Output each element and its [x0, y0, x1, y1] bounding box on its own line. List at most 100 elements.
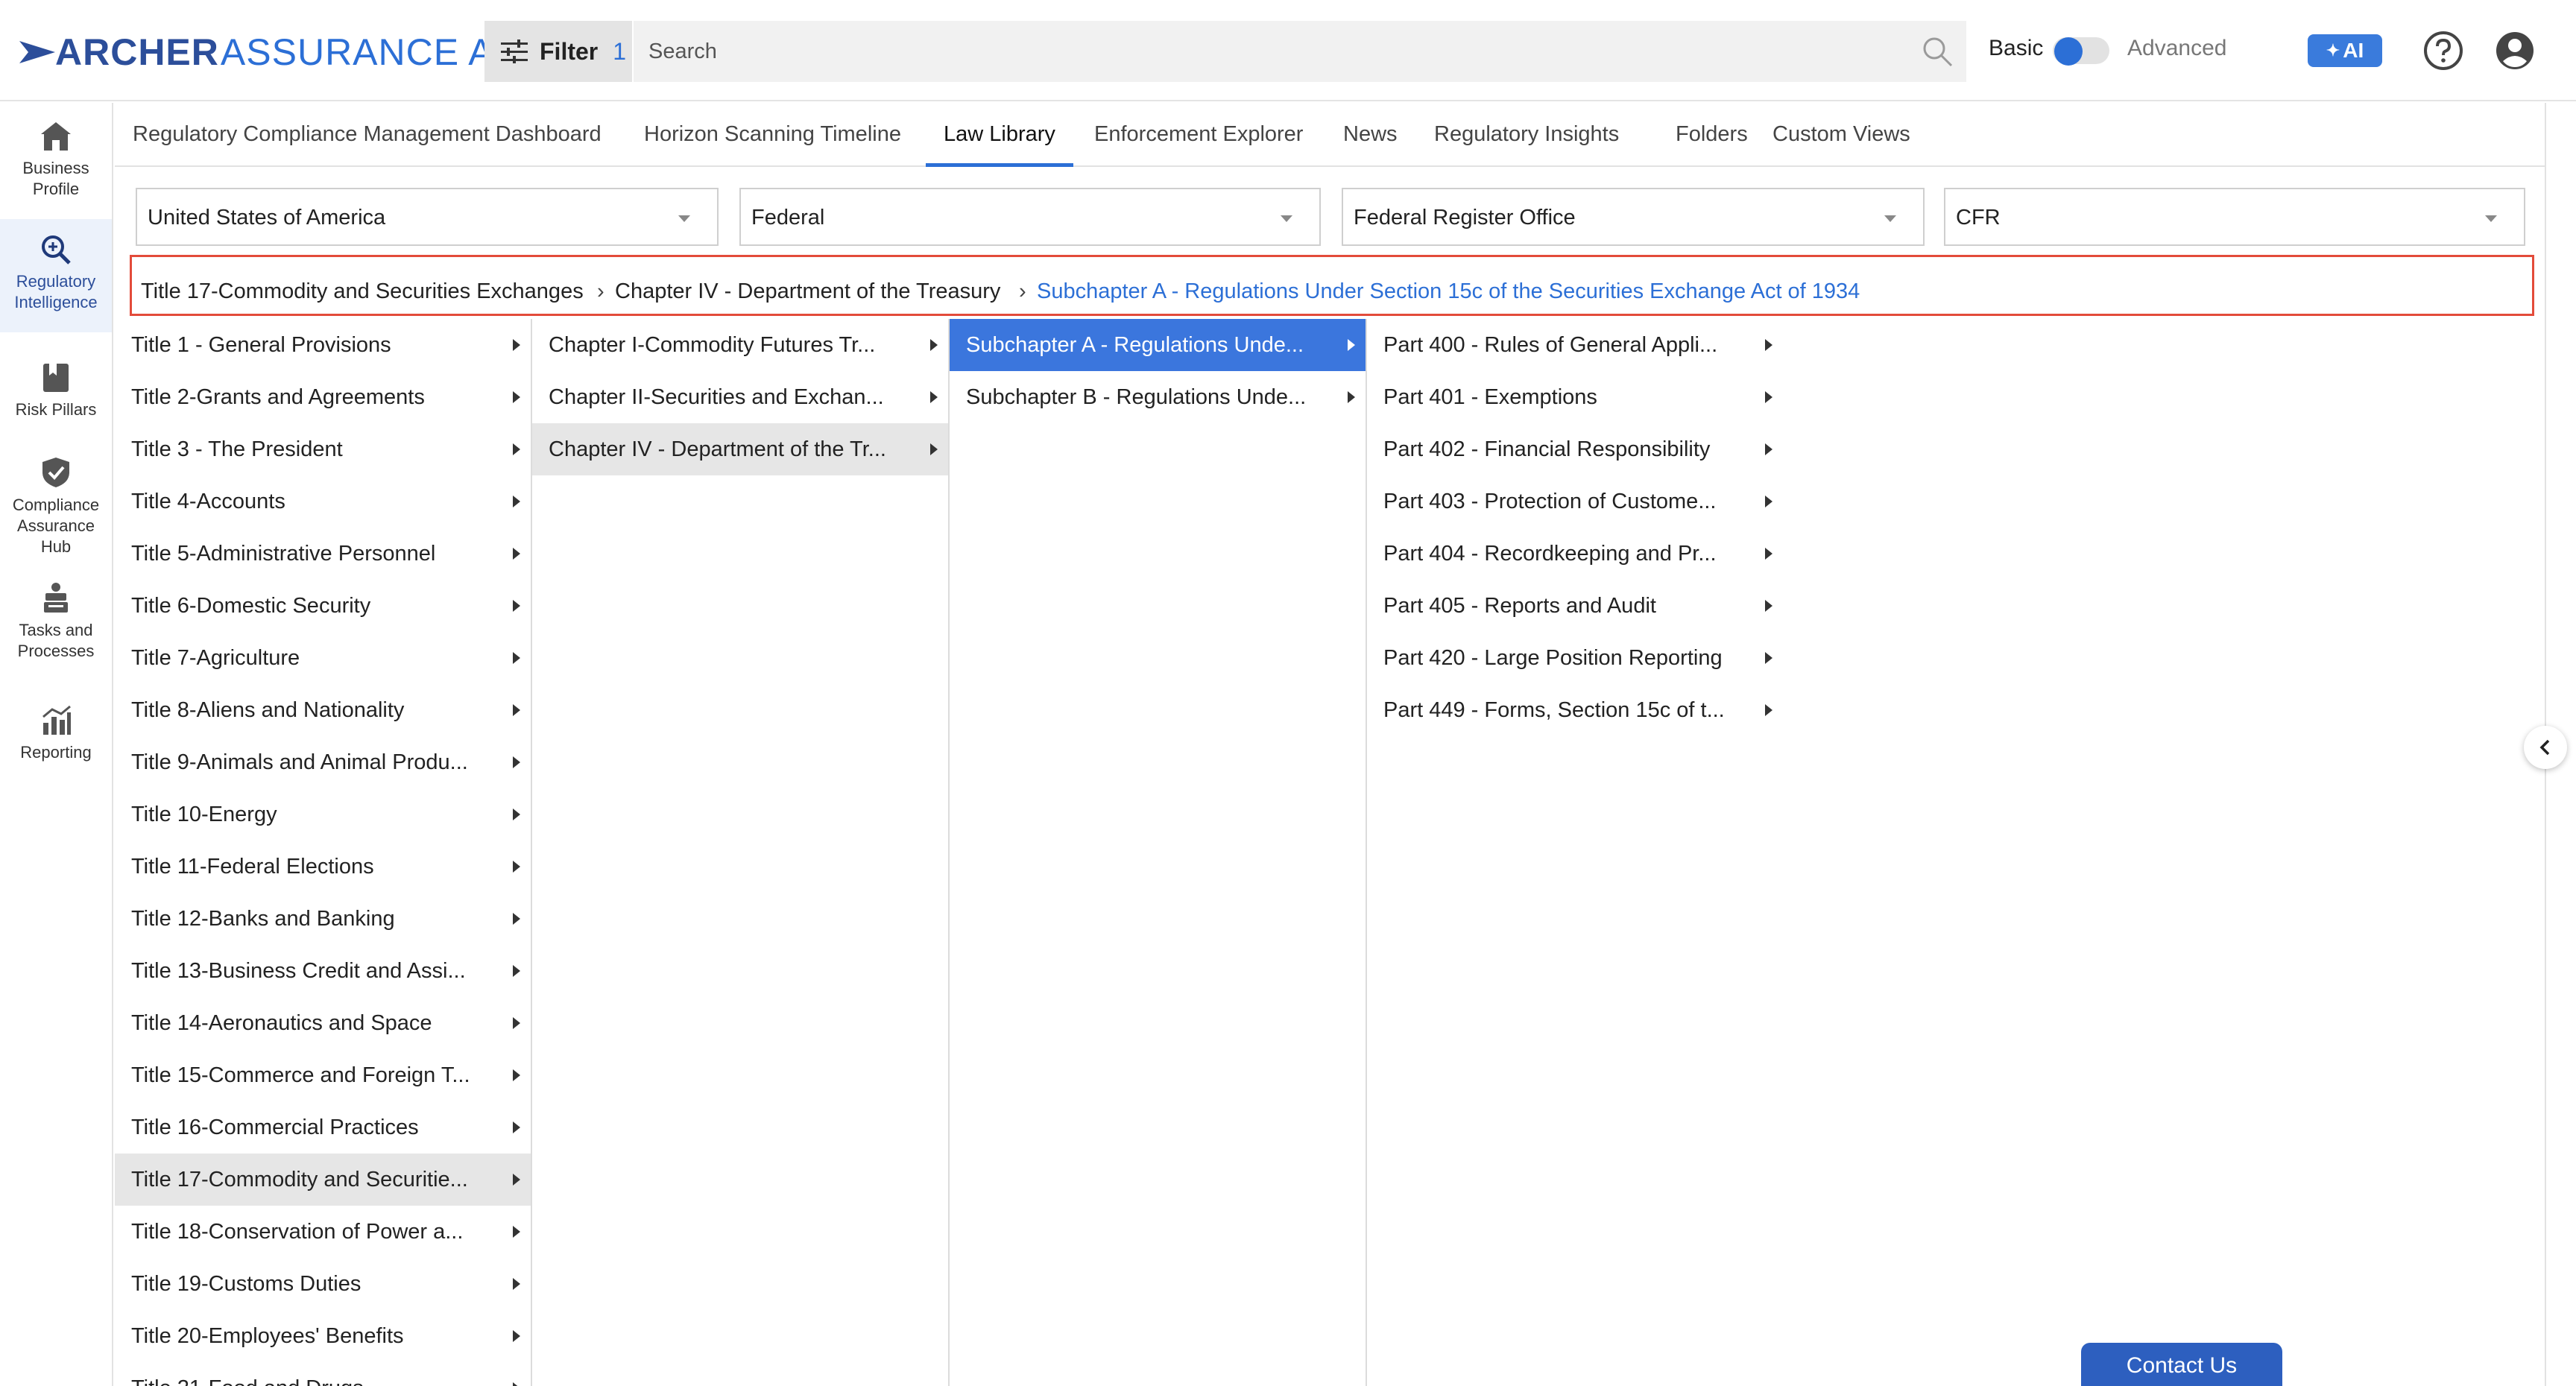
sidebar-item-reporting[interactable]: Reporting: [0, 705, 112, 763]
mode-toggle-switch[interactable]: [2053, 37, 2109, 66]
part-list-item[interactable]: Part 400 - Rules of General Appli...: [1367, 319, 1783, 371]
country-select[interactable]: United States of America: [136, 188, 719, 246]
ai-button-label: AI: [2343, 39, 2364, 62]
title-list-item[interactable]: Title 3 - The President: [115, 423, 531, 475]
tab-law-library[interactable]: Law Library: [926, 103, 1073, 167]
title-list-item[interactable]: Title 21-Food and Drugs: [115, 1362, 531, 1386]
home-icon: [41, 122, 71, 151]
breadcrumb-subchapter-current: Subchapter A - Regulations Under Section…: [1037, 279, 1860, 303]
title-list-item-label: Title 15-Commerce and Foreign T...: [131, 1063, 470, 1087]
subchapter-list-item[interactable]: Subchapter B - Regulations Unde...: [950, 371, 1366, 423]
chapter-list-item[interactable]: Chapter IV - Department of the Tr...: [532, 423, 948, 475]
title-list-item[interactable]: Title 2-Grants and Agreements: [115, 371, 531, 423]
sidebar-item-compliance-assurance-hub[interactable]: Compliance Assurance Hub: [0, 456, 112, 557]
tab-enforcement-explorer[interactable]: Enforcement Explorer: [1076, 103, 1321, 167]
title-list-item-label: Title 17-Commodity and Securitie...: [131, 1168, 468, 1192]
title-list-item-label: Title 21-Food and Drugs: [131, 1376, 364, 1386]
help-icon[interactable]: [2422, 30, 2464, 72]
sparkle-icon: ✦: [2326, 41, 2340, 60]
chevron-down-icon: [2485, 215, 2497, 222]
caret-right-icon: [1348, 339, 1355, 351]
title-list-item[interactable]: Title 5-Administrative Personnel: [115, 528, 531, 580]
tab-news[interactable]: News: [1325, 103, 1415, 167]
title-list-item-label: Title 2-Grants and Agreements: [131, 385, 425, 409]
contact-us-button[interactable]: Contact Us: [2081, 1343, 2282, 1386]
sidebar-item-business-profile[interactable]: Business Profile: [0, 121, 112, 200]
breadcrumb-title[interactable]: Title 17-Commodity and Securities Exchan…: [141, 279, 584, 304]
toggle-knob: [2054, 37, 2083, 66]
search-icon[interactable]: [1922, 36, 1953, 67]
title-list-item[interactable]: Title 1 - General Provisions: [115, 319, 531, 371]
title-list-item-label: Title 5-Administrative Personnel: [131, 542, 436, 566]
title-list-item-label: Title 8-Aliens and Nationality: [131, 698, 405, 722]
part-list-item[interactable]: Part 403 - Protection of Custome...: [1367, 475, 1783, 528]
breadcrumb: Title 17-Commodity and Securities Exchan…: [130, 255, 2534, 316]
ai-button[interactable]: ✦ AI: [2308, 34, 2382, 67]
title-list-item-label: Title 13-Business Credit and Assi...: [131, 959, 466, 983]
sidebar-item-risk-pillars[interactable]: Risk Pillars: [0, 362, 112, 420]
title-list-item[interactable]: Title 15-Commerce and Foreign T...: [115, 1049, 531, 1101]
tab-folders[interactable]: Folders: [1658, 103, 1766, 167]
title-list-item[interactable]: Title 4-Accounts: [115, 475, 531, 528]
collection-select[interactable]: CFR: [1944, 188, 2525, 246]
subchapters-column: Subchapter A - Regulations Unde... Subcha…: [950, 319, 1367, 1386]
caret-right-icon: [1765, 548, 1772, 560]
chevron-down-icon: [1281, 215, 1292, 222]
chart-icon: [42, 705, 71, 735]
part-list-item[interactable]: Part 401 - Exemptions: [1367, 371, 1783, 423]
caret-right-icon: [513, 756, 520, 768]
title-list-item[interactable]: Title 9-Animals and Animal Produ...: [115, 736, 531, 788]
filter-button[interactable]: Filter 1: [484, 21, 632, 82]
sidebar-label: Reporting: [20, 743, 92, 762]
title-list-item[interactable]: Title 20-Employees' Benefits: [115, 1310, 531, 1362]
part-list-item[interactable]: Part 404 - Recordkeeping and Pr...: [1367, 528, 1783, 580]
part-list-item[interactable]: Part 405 - Reports and Audit: [1367, 580, 1783, 632]
search-input[interactable]: [648, 21, 1886, 82]
titles-column: Title 1 - General Provisions Title 2-Gran…: [115, 319, 532, 1386]
source-select[interactable]: Federal Register Office: [1342, 188, 1925, 246]
tab-custom-views[interactable]: Custom Views: [1755, 103, 1928, 167]
chevron-left-icon: [2539, 739, 2550, 756]
caret-right-icon: [1348, 391, 1355, 403]
subchapter-list-item[interactable]: Subchapter A - Regulations Unde...: [950, 319, 1366, 371]
title-list-item-label: Title 12-Banks and Banking: [131, 907, 395, 931]
user-account-icon[interactable]: [2494, 30, 2536, 72]
title-list-item-label: Title 4-Accounts: [131, 490, 285, 513]
tab-horizon-scanning-timeline[interactable]: Horizon Scanning Timeline: [626, 103, 919, 167]
sidebar-item-tasks-and-processes[interactable]: Tasks and Processes: [0, 581, 112, 662]
title-list-item[interactable]: Title 19-Customs Duties: [115, 1258, 531, 1310]
tab-regulatory-insights[interactable]: Regulatory Insights: [1416, 103, 1637, 167]
title-list-item[interactable]: Title 18-Conservation of Power a...: [115, 1206, 531, 1258]
caret-right-icon: [513, 1069, 520, 1081]
caret-right-icon: [513, 1278, 520, 1290]
country-select-value: United States of America: [148, 206, 386, 230]
collapse-panel-button[interactable]: [2524, 726, 2567, 769]
title-list-item[interactable]: Title 10-Energy: [115, 788, 531, 841]
caret-right-icon: [513, 1174, 520, 1186]
jurisdiction-select[interactable]: Federal: [739, 188, 1321, 246]
tab-regulatory-compliance-management-dashboard[interactable]: Regulatory Compliance Management Dashboa…: [115, 103, 619, 167]
chapter-list-item[interactable]: Chapter II-Securities and Exchan...: [532, 371, 948, 423]
search-zoom-icon: [42, 235, 71, 265]
title-list-item[interactable]: Title 11-Federal Elections: [115, 841, 531, 893]
title-list-item[interactable]: Title 14-Aeronautics and Space: [115, 997, 531, 1049]
title-list-item[interactable]: Title 16-Commercial Practices: [115, 1101, 531, 1154]
logo[interactable]: ARCHER ASSURANCE AI: [19, 30, 505, 75]
title-list-item[interactable]: Title 8-Aliens and Nationality: [115, 684, 531, 736]
sidebar-label: Compliance: [12, 496, 100, 514]
title-list-item[interactable]: Title 13-Business Credit and Assi...: [115, 945, 531, 997]
title-list-item[interactable]: Title 6-Domestic Security: [115, 580, 531, 632]
sidebar-item-regulatory-intelligence[interactable]: Regulatory Intelligence: [0, 219, 112, 332]
caret-right-icon: [1765, 496, 1772, 507]
title-list-item[interactable]: Title 17-Commodity and Securitie...: [115, 1154, 531, 1206]
caret-right-icon: [1765, 652, 1772, 664]
title-list-item[interactable]: Title 7-Agriculture: [115, 632, 531, 684]
part-list-item[interactable]: Part 420 - Large Position Reporting: [1367, 632, 1783, 684]
title-list-item[interactable]: Title 12-Banks and Banking: [115, 893, 531, 945]
breadcrumb-chapter[interactable]: Chapter IV - Department of the Treasury: [615, 279, 1000, 304]
caret-right-icon: [513, 913, 520, 925]
part-list-item[interactable]: Part 449 - Forms, Section 15c of t...: [1367, 684, 1783, 736]
part-list-item[interactable]: Part 402 - Financial Responsibility: [1367, 423, 1783, 475]
chapter-list-item[interactable]: Chapter I-Commodity Futures Tr...: [532, 319, 948, 371]
search-box: [634, 21, 1966, 82]
